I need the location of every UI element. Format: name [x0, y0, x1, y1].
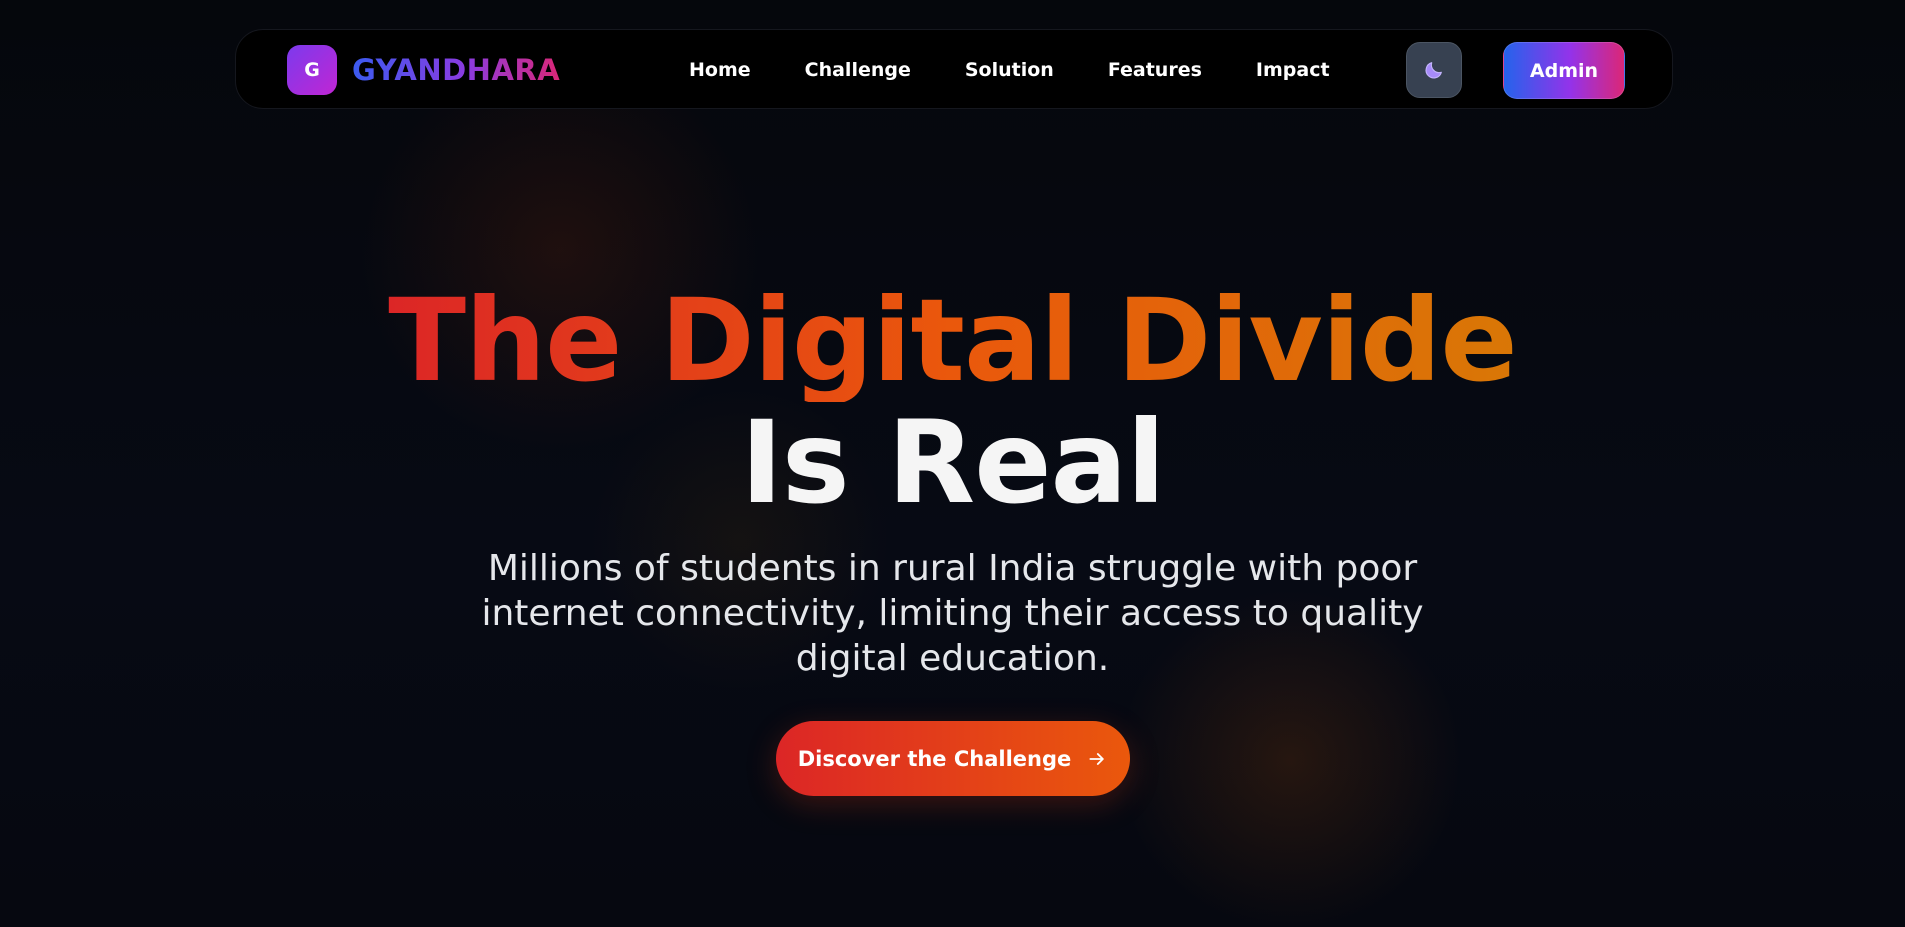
nav-link-challenge[interactable]: Challenge [805, 59, 911, 81]
cta-label: Discover the Challenge [797, 746, 1072, 771]
moon-icon [1425, 62, 1442, 79]
brand-name: GYANDHARA [352, 53, 561, 87]
hero-headline-line2: Is Real [740, 396, 1165, 529]
brand-logo: G [287, 45, 337, 95]
hero-headline-line1: The Digital Divide [388, 274, 1518, 407]
nav-link-impact[interactable]: Impact [1256, 59, 1330, 81]
hero-section: The Digital Divide Is Real Millions of s… [0, 280, 1905, 796]
arrow-right-icon [1087, 749, 1107, 769]
brand[interactable]: G GYANDHARA [287, 45, 560, 95]
admin-button[interactable]: Admin [1503, 42, 1625, 99]
top-navbar: G GYANDHARA Home Challenge Solution Feat… [235, 29, 1673, 109]
hero-headline: The Digital Divide Is Real [0, 280, 1905, 524]
nav-links: Home Challenge Solution Features Impact [689, 30, 1330, 110]
nav-link-home[interactable]: Home [689, 59, 751, 81]
admin-button-label: Admin [1529, 59, 1599, 82]
hero-subtitle: Millions of students in rural India stru… [481, 548, 1424, 679]
nav-link-features[interactable]: Features [1108, 59, 1202, 81]
discover-challenge-button[interactable]: Discover the Challenge [775, 721, 1130, 796]
nav-link-solution[interactable]: Solution [965, 59, 1054, 81]
theme-toggle-button[interactable] [1406, 42, 1462, 98]
brand-logo-letter: G [304, 59, 320, 81]
